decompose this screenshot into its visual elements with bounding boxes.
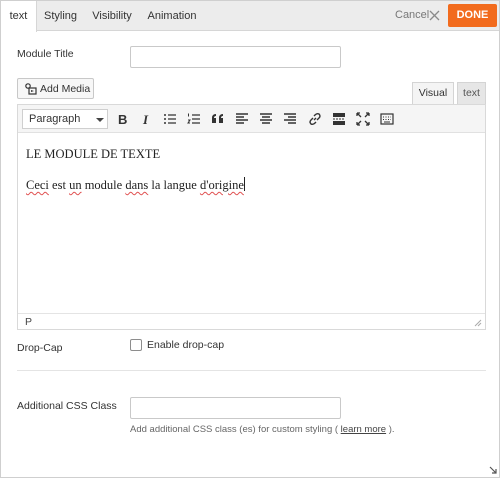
- rich-text-editor: Paragraph B I LE MODULE DE TEXTE Ceci es…: [17, 104, 486, 330]
- content-text: est: [48, 178, 70, 192]
- help-text: Add additional CSS class (es) for custom…: [130, 424, 339, 435]
- drop-cap-checkbox[interactable]: [130, 339, 142, 351]
- tab-visual[interactable]: Visual: [412, 82, 454, 104]
- tab-bar: text Styling Visibility Animation Cancel…: [1, 1, 499, 32]
- module-title-label: Module Title: [17, 48, 74, 60]
- misspelled-word: dans: [125, 178, 149, 192]
- align-center-icon[interactable]: [256, 110, 276, 128]
- misspelled-word: Ceci: [26, 178, 49, 192]
- drop-cap-label: Drop-Cap: [17, 342, 63, 354]
- element-path[interactable]: P: [25, 316, 32, 328]
- text-cursor: [243, 177, 245, 191]
- tab-animation[interactable]: Animation: [141, 1, 203, 31]
- content-heading: LE MODULE DE TEXTE: [26, 147, 161, 161]
- align-left-icon[interactable]: [232, 110, 252, 128]
- link-icon[interactable]: [305, 110, 325, 128]
- svg-text:B: B: [118, 112, 127, 126]
- tab-text[interactable]: text: [1, 1, 37, 32]
- learn-more-link[interactable]: learn more: [341, 424, 386, 435]
- close-icon[interactable]: [429, 10, 440, 21]
- tab-visibility[interactable]: Visibility: [87, 1, 137, 31]
- content-text: la langue: [148, 178, 200, 192]
- module-settings-panel: text Styling Visibility Animation Cancel…: [0, 0, 500, 478]
- read-more-icon[interactable]: [329, 110, 349, 128]
- module-title-input[interactable]: [130, 46, 341, 68]
- drop-cap-checkbox-label[interactable]: Enable drop-cap: [147, 339, 224, 351]
- fullscreen-icon[interactable]: [353, 110, 373, 128]
- add-media-label: Add Media: [40, 83, 91, 95]
- done-button[interactable]: DONE: [448, 4, 497, 27]
- css-class-help: Add additional CSS class (es) for custom…: [130, 424, 395, 435]
- editor-toolbar: Paragraph B I: [18, 105, 485, 133]
- divider: [17, 370, 486, 371]
- blockquote-icon[interactable]: [208, 110, 228, 128]
- tab-text-editor[interactable]: text: [457, 82, 486, 104]
- kitchen-sink-icon[interactable]: [377, 110, 397, 128]
- tab-styling[interactable]: Styling: [37, 1, 84, 31]
- editor-content[interactable]: LE MODULE DE TEXTE Ceci est un module da…: [26, 147, 476, 208]
- numbered-list-icon[interactable]: [184, 110, 204, 128]
- media-icon: [25, 83, 37, 95]
- add-media-button[interactable]: Add Media: [17, 78, 94, 99]
- align-right-icon[interactable]: [280, 110, 300, 128]
- resize-handle-icon[interactable]: [488, 465, 498, 475]
- css-class-label: Additional CSS Class: [17, 400, 117, 412]
- misspelled-word: d'origine: [199, 178, 244, 192]
- css-class-input[interactable]: [130, 397, 341, 419]
- bullet-list-icon[interactable]: [160, 110, 180, 128]
- resize-grip-icon[interactable]: [474, 318, 482, 327]
- italic-icon[interactable]: I: [136, 110, 156, 128]
- help-text-end: ).: [388, 424, 395, 435]
- format-select-value: Paragraph: [29, 113, 81, 125]
- format-select[interactable]: Paragraph: [22, 109, 108, 129]
- editor-statusbar: P: [18, 313, 485, 329]
- content-text: module: [81, 178, 126, 192]
- bold-icon[interactable]: B: [112, 110, 132, 128]
- svg-text:I: I: [142, 112, 149, 126]
- chevron-down-icon: [96, 118, 104, 122]
- misspelled-word: un: [69, 178, 82, 192]
- cancel-button[interactable]: Cancel: [395, 9, 429, 21]
- content-paragraph: Ceci est un module dans la langue d'orig…: [26, 177, 476, 193]
